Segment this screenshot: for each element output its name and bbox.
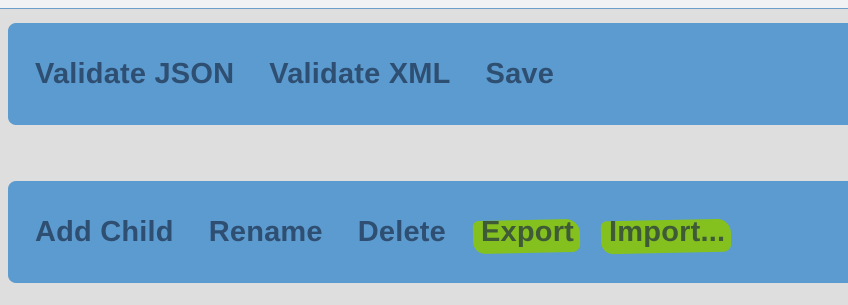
validate-xml-button[interactable]: Validate XML [269,58,450,91]
add-child-button[interactable]: Add Child [35,216,174,249]
rename-button[interactable]: Rename [209,216,323,249]
document-toolbar: Validate JSON Validate XML Save [8,23,848,125]
top-edge-strip [0,0,848,9]
delete-button[interactable]: Delete [358,216,446,249]
node-toolbar: Add Child Rename Delete Export Import... [8,181,848,283]
import-button[interactable]: Import... [609,216,725,249]
export-button[interactable]: Export [481,216,574,249]
save-button[interactable]: Save [486,58,555,91]
validate-json-button[interactable]: Validate JSON [35,58,234,91]
